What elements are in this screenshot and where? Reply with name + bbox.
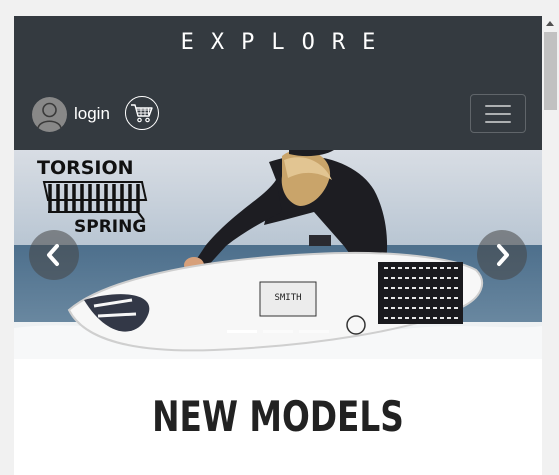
carousel-next-button[interactable] [477, 230, 527, 280]
navbar: EXPLORE login [14, 16, 542, 150]
logo-torsion-text: TORSION [37, 157, 134, 179]
navbar-toggler[interactable] [470, 94, 526, 133]
carousel-indicator-1[interactable] [227, 330, 257, 333]
chevron-right-icon [497, 244, 509, 266]
hero-carousel: SMITH TORSION SPRING [14, 150, 542, 359]
board-brand-text: SMITH [274, 293, 301, 303]
scrollbar-thumb[interactable] [544, 32, 557, 110]
surfboard-slide-image: SMITH TORSION SPRING [14, 150, 542, 359]
section-title: NEW MODELS [152, 392, 404, 441]
login-label: login [74, 104, 110, 123]
shopping-cart-icon [131, 104, 153, 123]
carousel-prev-button[interactable] [29, 230, 79, 280]
chevron-left-icon [47, 244, 59, 266]
cart-button[interactable] [125, 96, 159, 130]
page-viewport: EXPLORE login SMITH TORSION SPRING NEW M… [14, 16, 542, 475]
hamburger-menu-icon [485, 104, 511, 123]
carousel-indicator-3[interactable] [299, 330, 329, 333]
scroll-up-arrow-icon[interactable] [546, 21, 554, 26]
brand-title[interactable]: EXPLORE [14, 30, 542, 55]
carousel-indicator-2[interactable] [263, 330, 293, 333]
logo-spring-text: SPRING [74, 217, 146, 237]
carousel-indicators [14, 330, 542, 333]
login-link[interactable]: login [32, 96, 110, 132]
user-avatar-icon [32, 96, 67, 132]
page-scrollbar[interactable] [542, 16, 559, 475]
